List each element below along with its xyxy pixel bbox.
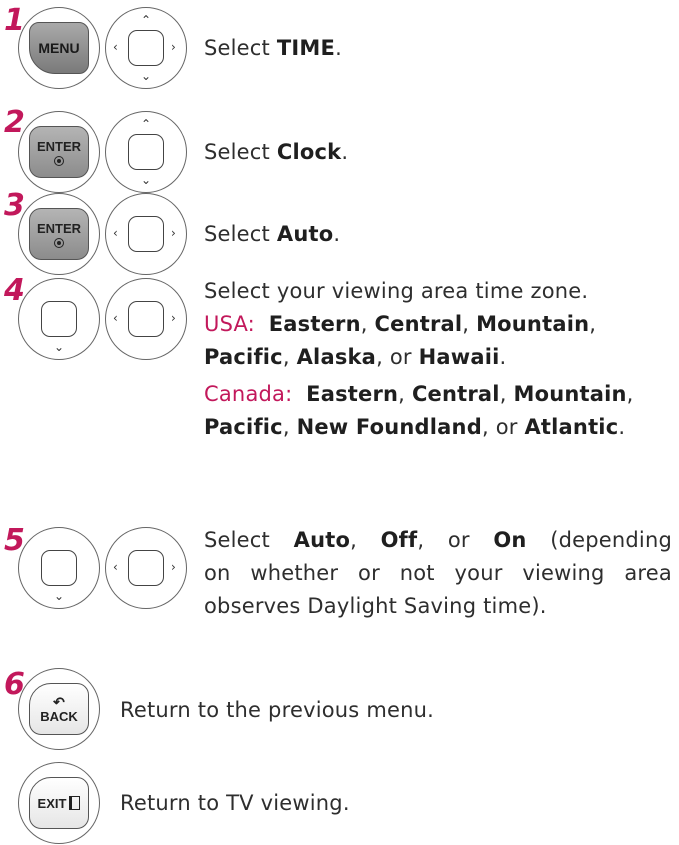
chevron-left-icon: ‹ [113, 311, 118, 325]
exit-text: Return to TV viewing. [120, 791, 350, 815]
step-5-line-1: Select Auto, Off, or On (depending [204, 528, 672, 552]
nav-pad-button[interactable]: ⌄ [18, 278, 100, 360]
exit-key-label: EXIT [37, 795, 67, 811]
chevron-right-icon: › [171, 311, 176, 325]
enter-key-button[interactable]: ENTER [18, 193, 100, 275]
enter-dot-icon [54, 155, 64, 166]
chevron-right-icon: › [171, 560, 176, 574]
back-arrow-icon: ↶ [53, 693, 65, 710]
step-number: 2 [4, 105, 25, 140]
enter-dot-icon [54, 237, 64, 248]
chevron-left-icon: ‹ [113, 560, 118, 574]
enter-key-label: ENTER [36, 138, 82, 154]
nav-pad-button[interactable]: ‹ › [105, 193, 187, 275]
usa-line: USA: Eastern, Central, Mountain, [204, 308, 634, 341]
nav-pad-button[interactable]: ⌃ ⌄ [105, 111, 187, 193]
step-number: 6 [4, 667, 25, 702]
step-number: 3 [4, 188, 25, 223]
chevron-down-icon: ⌄ [54, 340, 65, 354]
back-key-button[interactable]: ↶ BACK [18, 668, 100, 750]
chevron-left-icon: ‹ [113, 40, 118, 54]
step-3-text: Select Auto. [204, 222, 341, 246]
chevron-up-icon: ⌃ [141, 13, 152, 27]
nav-pad-button[interactable]: ⌄ [18, 527, 100, 609]
step-1-text: Select TIME. [204, 36, 342, 60]
step-5-text: Select Auto, Off, or On (depending on wh… [204, 524, 672, 623]
enter-key-label: ENTER [36, 220, 82, 236]
nav-pad-button[interactable]: ‹ › [105, 527, 187, 609]
step-4-intro: Select your viewing area time zone. [204, 279, 589, 303]
enter-key-button[interactable]: ENTER [18, 111, 100, 193]
canada-label: Canada: [204, 382, 293, 406]
exit-key: EXIT [29, 777, 89, 829]
step-number: 1 [4, 3, 25, 38]
step-4-text: Select your viewing area time zone. USA:… [204, 275, 634, 444]
canada-zones: Eastern, Central, Mountain, [306, 382, 634, 406]
step-6-text: Return to the previous menu. [120, 698, 434, 722]
step-5-line-3: observes Daylight Saving time). [204, 594, 547, 618]
menu-key: MENU [29, 22, 89, 74]
chevron-down-icon: ⌄ [141, 173, 152, 187]
step-number: 4 [4, 273, 25, 308]
nav-pad-center [128, 134, 164, 170]
nav-pad-center [128, 216, 164, 252]
nav-pad-button[interactable]: ‹ › [105, 278, 187, 360]
chevron-left-icon: ‹ [113, 226, 118, 240]
usa-zones: Eastern, Central, Mountain, [268, 312, 597, 336]
canada-line-2: Pacific, New Foundland, or Atlantic. [204, 415, 626, 439]
nav-pad-center [128, 550, 164, 586]
back-key-label: BACK [40, 708, 78, 724]
step-5-line-2: on whether or not your viewing area [204, 561, 672, 585]
back-key: ↶ BACK [29, 683, 89, 735]
nav-pad-button[interactable]: ⌃ ⌄ ‹ › [105, 7, 187, 89]
usa-label: USA: [204, 312, 255, 336]
step-2-text: Select Clock. [204, 140, 349, 164]
canada-line: Canada: Eastern, Central, Mountain, [204, 378, 634, 411]
chevron-down-icon: ⌄ [54, 589, 65, 603]
nav-pad-center [41, 550, 77, 586]
exit-door-icon [69, 796, 81, 810]
step-number: 5 [4, 523, 25, 558]
nav-pad-center [128, 30, 164, 66]
enter-key: ENTER [29, 208, 89, 260]
chevron-right-icon: › [171, 40, 176, 54]
chevron-down-icon: ⌄ [141, 69, 152, 83]
nav-pad-center [128, 301, 164, 337]
enter-key: ENTER [29, 126, 89, 178]
chevron-right-icon: › [171, 226, 176, 240]
exit-key-button[interactable]: EXIT [18, 762, 100, 844]
chevron-up-icon: ⌃ [141, 117, 152, 131]
usa-line-2: Pacific, Alaska, or Hawaii. [204, 345, 507, 369]
menu-key-button[interactable]: MENU [18, 7, 100, 89]
nav-pad-center [41, 301, 77, 337]
